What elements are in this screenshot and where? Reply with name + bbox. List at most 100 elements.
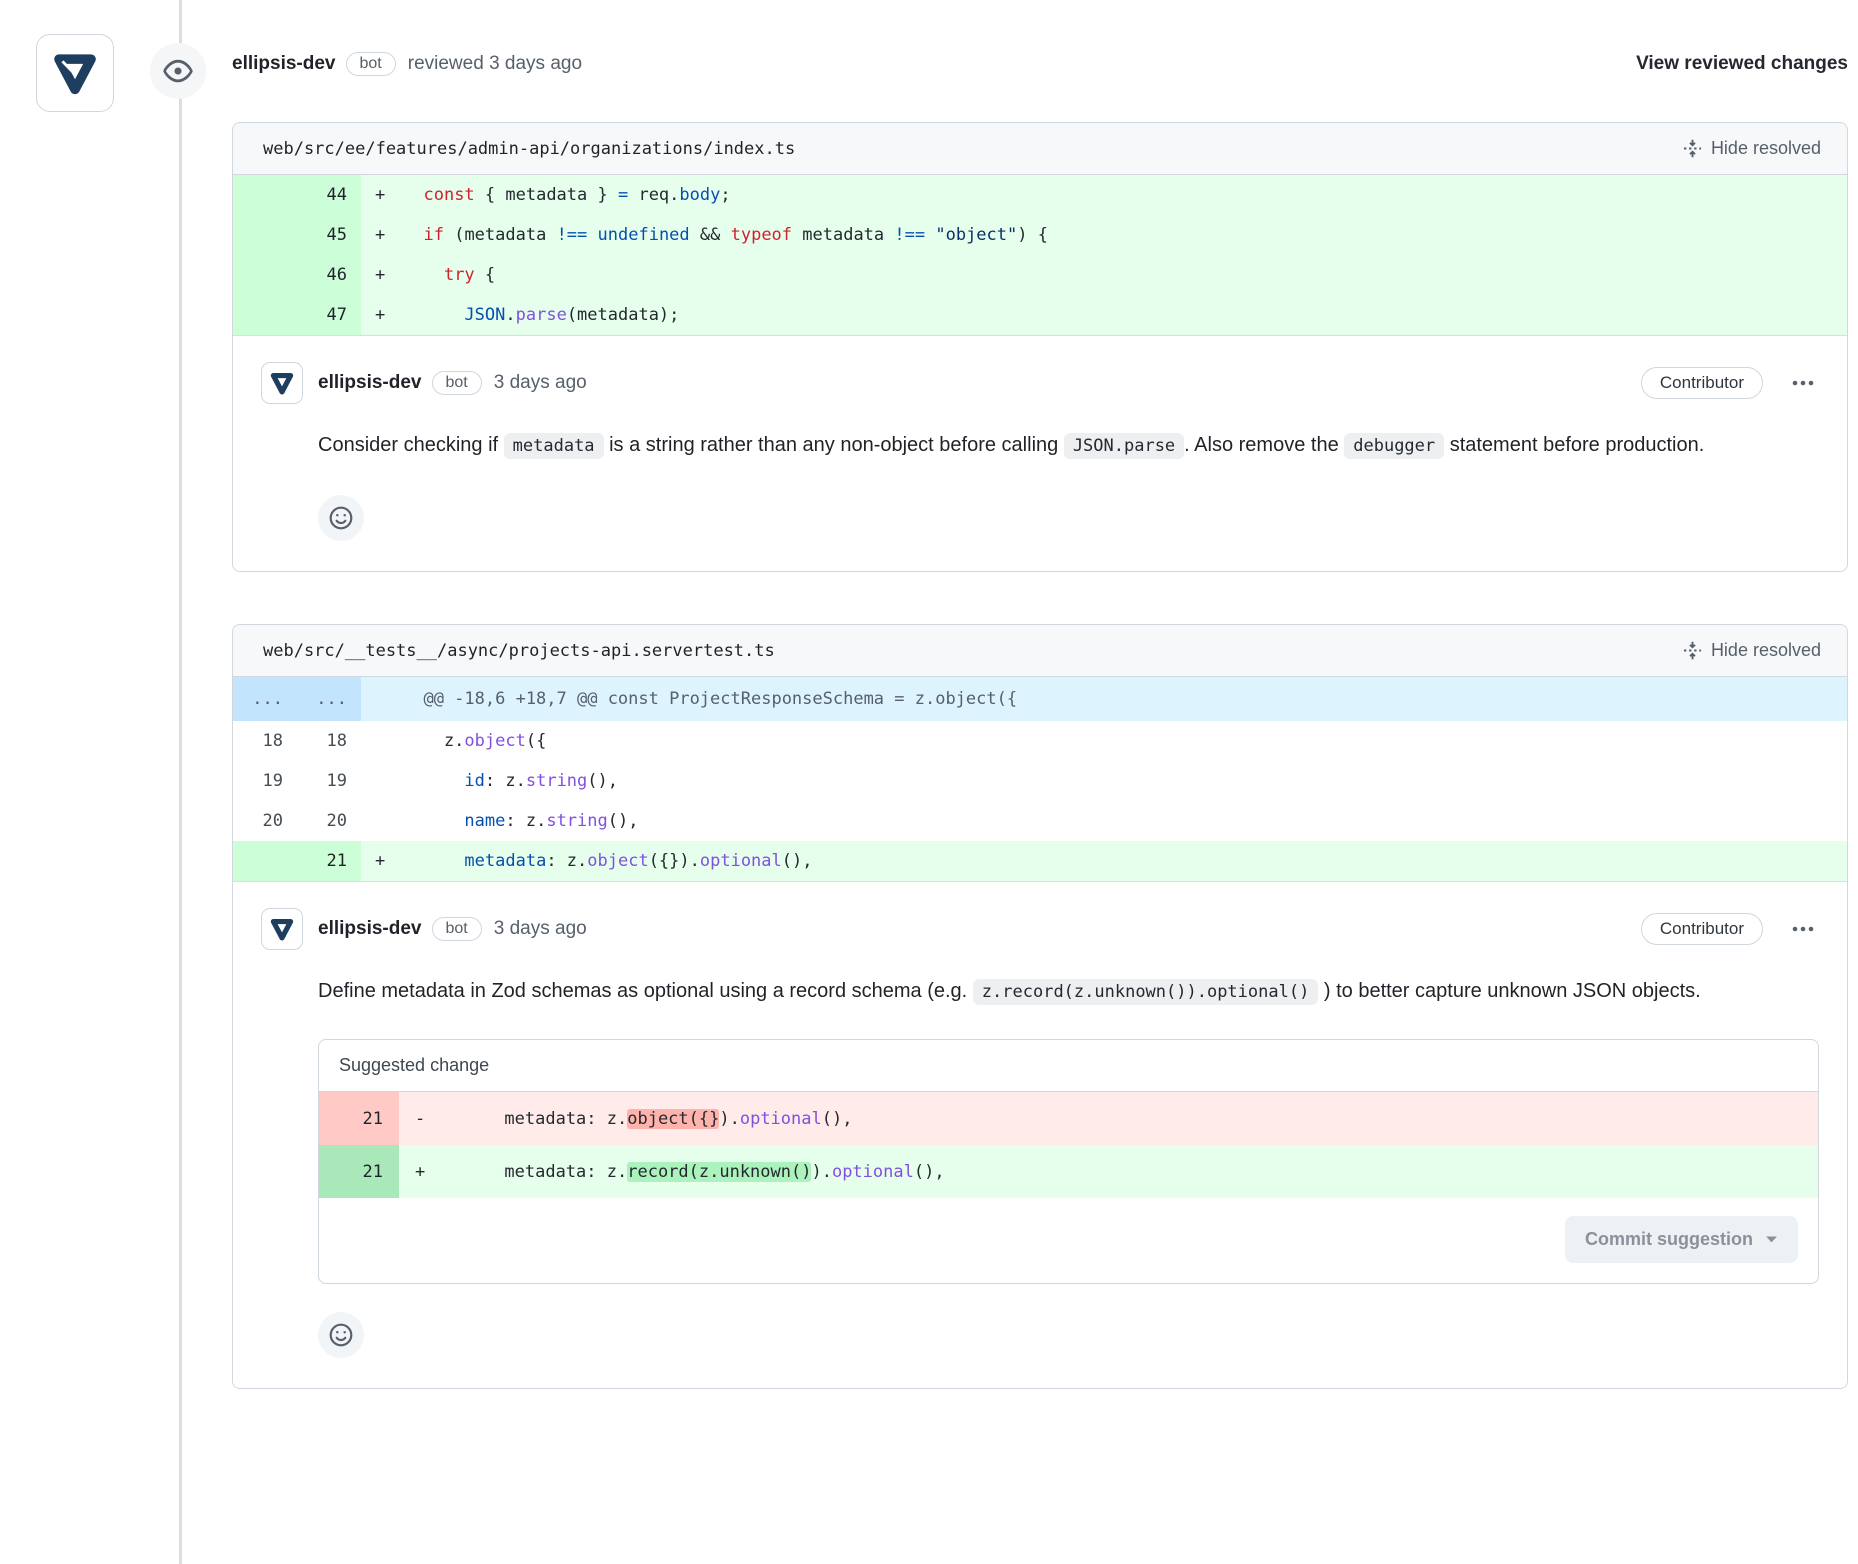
smiley-icon bbox=[328, 505, 354, 531]
hide-resolved-label: Hide resolved bbox=[1711, 138, 1821, 159]
code-token: (), bbox=[822, 1109, 853, 1129]
file-header: web/src/ee/features/admin-api/organizati… bbox=[233, 123, 1847, 175]
line-number-new: 45 bbox=[297, 215, 361, 255]
comment-avatar bbox=[261, 908, 303, 950]
code-token: && bbox=[690, 225, 731, 245]
inline-code: debugger bbox=[1344, 433, 1444, 459]
suggestion-diff: 21- metadata: z.object({}).optional(),21… bbox=[319, 1092, 1818, 1198]
diff-line: 2020 name: z.string(), bbox=[233, 801, 1847, 841]
reviewer-avatar bbox=[36, 34, 114, 112]
add-reaction-button[interactable] bbox=[318, 1312, 364, 1358]
body-text: statement before production. bbox=[1444, 434, 1704, 456]
review-action-text: reviewed 3 days ago bbox=[408, 53, 582, 75]
hide-resolved-button[interactable]: Hide resolved bbox=[1683, 640, 1821, 661]
code-token: = bbox=[618, 185, 628, 205]
hide-resolved-button[interactable]: Hide resolved bbox=[1683, 138, 1821, 159]
code-token: !== bbox=[894, 225, 925, 245]
comment-author[interactable]: ellipsis-dev bbox=[318, 918, 422, 940]
diff-sign: + bbox=[361, 255, 403, 295]
suggestion-line: 21- metadata: z.object({}).optional(), bbox=[319, 1092, 1818, 1145]
line-number-old bbox=[233, 841, 297, 881]
file-path[interactable]: web/src/ee/features/admin-api/organizati… bbox=[263, 139, 795, 159]
code-token: optional bbox=[832, 1162, 914, 1182]
diff-line: 46+ try { bbox=[233, 255, 1847, 295]
line-number-old: ... bbox=[233, 677, 297, 721]
comment-body: Define metadata in Zod schemas as option… bbox=[318, 970, 1818, 1013]
hide-resolved-label: Hide resolved bbox=[1711, 640, 1821, 661]
line-number-new: 46 bbox=[297, 255, 361, 295]
code-token: string bbox=[526, 771, 587, 791]
comment-body: Consider checking if metadata is a strin… bbox=[318, 424, 1818, 467]
code-token: ). bbox=[719, 1109, 739, 1129]
code-token: ) { bbox=[1017, 225, 1048, 245]
comment-timestamp[interactable]: 3 days ago bbox=[494, 918, 587, 940]
code-token: parse bbox=[516, 305, 567, 325]
suggestion-footer: Commit suggestion bbox=[319, 1198, 1818, 1283]
reviewer-name[interactable]: ellipsis-dev bbox=[232, 53, 336, 75]
code-text: metadata: z.object({}).optional(), bbox=[443, 1092, 1818, 1145]
code-token bbox=[403, 185, 423, 205]
commit-suggestion-button[interactable]: Commit suggestion bbox=[1565, 1216, 1798, 1263]
code-token: : z. bbox=[505, 811, 546, 831]
line-number: 21 bbox=[319, 1092, 399, 1145]
diff-sign: + bbox=[361, 295, 403, 335]
code-text: z.object({ bbox=[403, 721, 1847, 761]
code-token bbox=[925, 225, 935, 245]
suggested-change-title: Suggested change bbox=[319, 1040, 1818, 1092]
diff-line: 21+ metadata: z.object({}).optional(), bbox=[233, 841, 1847, 881]
code-token bbox=[403, 811, 464, 831]
code-token: JSON bbox=[464, 305, 505, 325]
code-token: object bbox=[464, 731, 525, 751]
code-token: : z. bbox=[546, 851, 587, 871]
code-text: JSON.parse(metadata); bbox=[403, 295, 1847, 335]
review-thread-card: web/src/__tests__/async/projects-api.ser… bbox=[232, 624, 1848, 1389]
code-token bbox=[587, 225, 597, 245]
code-text: @@ -18,6 +18,7 @@ const ProjectResponseS… bbox=[403, 677, 1847, 721]
ellipsis-logo-icon bbox=[268, 369, 296, 397]
code-text: try { bbox=[403, 255, 1847, 295]
diff-sign bbox=[361, 801, 403, 841]
code-text: const { metadata } = req.body; bbox=[403, 175, 1847, 215]
kebab-menu-icon[interactable] bbox=[1787, 375, 1819, 391]
code-text: name: z.string(), bbox=[403, 801, 1847, 841]
chevron-down-icon bbox=[1765, 1235, 1778, 1244]
code-token: @@ -18,6 +18,7 @@ const ProjectResponseS… bbox=[403, 689, 1017, 709]
comment-timestamp[interactable]: 3 days ago bbox=[494, 372, 587, 394]
code-token: z. bbox=[403, 731, 464, 751]
add-reaction-button[interactable] bbox=[318, 495, 364, 541]
code-token: body bbox=[679, 185, 720, 205]
code-text: metadata: z.record(z.unknown()).optional… bbox=[443, 1145, 1818, 1198]
diff-line: 47+ JSON.parse(metadata); bbox=[233, 295, 1847, 335]
diff-sign bbox=[361, 721, 403, 761]
kebab-menu-icon[interactable] bbox=[1787, 921, 1819, 937]
comment-author[interactable]: ellipsis-dev bbox=[318, 372, 422, 394]
code-token: record(z.unknown() bbox=[627, 1162, 811, 1182]
code-token bbox=[403, 305, 464, 325]
ellipsis-logo-icon bbox=[268, 915, 296, 943]
code-token: (metadata); bbox=[567, 305, 680, 325]
code-text: metadata: z.object({}).optional(), bbox=[403, 841, 1847, 881]
code-token: "object" bbox=[935, 225, 1017, 245]
line-number-new: 18 bbox=[297, 721, 361, 761]
code-token: const bbox=[423, 185, 474, 205]
file-path[interactable]: web/src/__tests__/async/projects-api.ser… bbox=[263, 641, 775, 661]
line-number-new: 19 bbox=[297, 761, 361, 801]
comment-header: ellipsis-dev bot 3 days ago Contributor bbox=[261, 362, 1819, 404]
diff-line: 1818 z.object({ bbox=[233, 721, 1847, 761]
body-text: . Also remove the bbox=[1184, 434, 1344, 456]
view-reviewed-changes-link[interactable]: View reviewed changes bbox=[1636, 53, 1848, 75]
code-token: string bbox=[546, 811, 607, 831]
review-header: ellipsis-dev bot reviewed 3 days ago Vie… bbox=[232, 52, 1848, 76]
line-number: 21 bbox=[319, 1145, 399, 1198]
diff-snippet: ...... @@ -18,6 +18,7 @@ const ProjectRe… bbox=[233, 677, 1847, 882]
line-number-old bbox=[233, 215, 297, 255]
commit-suggestion-label: Commit suggestion bbox=[1585, 1229, 1753, 1250]
line-number-old bbox=[233, 255, 297, 295]
smiley-icon bbox=[328, 1322, 354, 1348]
line-number-old: 18 bbox=[233, 721, 297, 761]
code-token: name bbox=[464, 811, 505, 831]
contributor-badge: Contributor bbox=[1641, 367, 1763, 399]
diff-sign: + bbox=[361, 215, 403, 255]
review-comment: ellipsis-dev bot 3 days ago Contributor … bbox=[233, 336, 1847, 571]
fold-icon bbox=[1683, 139, 1702, 158]
